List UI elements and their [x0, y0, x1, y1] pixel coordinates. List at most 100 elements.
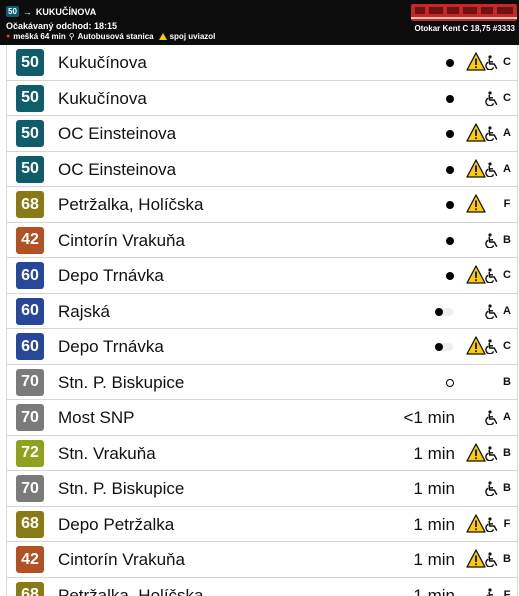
- destination-label: Stn. P. Biskupice: [58, 479, 185, 498]
- live-dot-icon: [435, 307, 443, 316]
- warning-triangle-icon: [158, 33, 167, 40]
- wheelchair-icon: [485, 445, 499, 466]
- destination-label: Rajská: [58, 301, 110, 321]
- warning-triangle-icon[interactable]: [466, 336, 486, 360]
- departure-row[interactable]: 60 Depo Trnávka C: [7, 258, 517, 294]
- stop-type: Autobusová stanica: [77, 32, 154, 41]
- destination-label: Stn. P. Biskupice: [58, 372, 185, 392]
- warning-triangle-icon[interactable]: [466, 442, 486, 467]
- eta-label: 1 min: [413, 550, 455, 569]
- wheelchair-icon: [485, 552, 499, 572]
- wheelchair-icon: [485, 232, 499, 253]
- platform-label: B: [503, 233, 511, 246]
- destination-label: Kukučínova: [58, 53, 147, 72]
- departure-row[interactable]: 50 Kukučínova C: [7, 80, 517, 116]
- vehicle-info: Otokar Kent C 18,75 #3333: [414, 24, 516, 33]
- eta-label: 1 min: [413, 585, 455, 596]
- platform-label: A: [503, 162, 511, 175]
- destination-label: Petržalka, Holíčska: [58, 585, 204, 596]
- platform-label: C: [503, 269, 511, 281]
- departure-row[interactable]: 70 Stn. P. Biskupice B: [7, 364, 517, 400]
- line-badge: 68: [16, 191, 44, 218]
- platform-label: B: [503, 375, 511, 388]
- live-dot-icon: [446, 201, 454, 209]
- line-badge: 70: [16, 475, 44, 502]
- platform-label: F: [503, 198, 511, 210]
- line-badge: 70: [16, 404, 44, 431]
- departure-row[interactable]: 50 Kukučínova C: [7, 45, 517, 81]
- departure-row[interactable]: 68 Petržalka, Holíčska 1 min F: [7, 577, 517, 596]
- trip-destination: KUKUČÍNOVA: [35, 6, 97, 17]
- wheelchair-icon: [485, 410, 499, 430]
- line-badge: 50: [16, 49, 44, 76]
- trip-header[interactable]: 50 → KUKUČÍNOVA Očakávaný odchod: 18:15 …: [0, 0, 519, 45]
- wheelchair-icon: [485, 587, 499, 596]
- wheelchair-icon: [485, 268, 499, 288]
- departure-list[interactable]: 50 Kukučínova C 50 Kukučínova C 50 OC Einsteino…: [6, 45, 518, 596]
- eta-label: 1 min: [413, 479, 455, 498]
- wheelchair-icon: [485, 161, 499, 182]
- departure-row[interactable]: 60 Depo Trnávka C: [7, 329, 517, 365]
- warning-triangle-icon[interactable]: [466, 158, 486, 183]
- wheelchair-icon: [485, 516, 499, 537]
- departure-row[interactable]: 42 Cintorín Vrakuňa B: [7, 222, 517, 258]
- bus-image: [411, 4, 517, 21]
- wheelchair-icon: [485, 339, 499, 359]
- wheelchair-icon: [485, 55, 499, 75]
- delay-text: mešká 64 min: [13, 32, 66, 41]
- departure-row[interactable]: 50 OC Einsteinova A: [7, 151, 517, 187]
- line-badge: 60: [16, 262, 44, 289]
- destination-label: OC Einsteinova: [58, 124, 177, 143]
- line-badge: 50: [16, 120, 44, 147]
- platform-label: B: [503, 482, 511, 494]
- expected-departure: Očakávaný odchod: 18:15: [6, 21, 118, 31]
- line-badge: 68: [16, 581, 44, 596]
- stop-pin-icon: ⚲: [68, 32, 75, 41]
- destination-label: Kukučínova: [58, 88, 147, 108]
- line-badge: 68: [16, 510, 44, 538]
- arrow-icon: →: [22, 6, 32, 17]
- destination-label: Depo Trnávka: [58, 337, 164, 356]
- departure-row[interactable]: 70 Stn. P. Biskupice 1 min B: [7, 471, 517, 507]
- warning-triangle-icon[interactable]: [466, 52, 486, 76]
- line-badge: 50: [16, 155, 44, 183]
- departure-row[interactable]: 42 Cintorín Vrakuňa 1 min B: [7, 542, 517, 578]
- live-dot-icon: [446, 272, 454, 280]
- warning-triangle-icon[interactable]: [466, 123, 486, 147]
- platform-label: F: [503, 517, 511, 530]
- line-badge: 70: [16, 368, 44, 396]
- destination-label: Stn. Vrakuňa: [58, 443, 156, 463]
- warning-triangle-icon[interactable]: [466, 194, 486, 218]
- live-dot-icon: [446, 165, 454, 174]
- live-dot-icon: [446, 130, 454, 138]
- delay-dot-icon: ●: [6, 33, 11, 40]
- line-badge: 42: [16, 226, 44, 254]
- wheelchair-icon: [485, 126, 499, 146]
- destination-label: Depo Petržalka: [58, 514, 175, 534]
- platform-label: A: [503, 411, 511, 423]
- departure-row[interactable]: 68 Depo Petržalka 1 min F: [7, 506, 517, 542]
- connection-status: spoj uviazol: [169, 32, 216, 41]
- departure-row[interactable]: 70 Most SNP <1 min A: [7, 400, 517, 436]
- line-badge: 50: [16, 84, 44, 112]
- destination-label: OC Einsteinova: [58, 159, 177, 179]
- departure-row[interactable]: 50 OC Einsteinova A: [7, 116, 517, 152]
- platform-label: C: [503, 91, 511, 104]
- scheduled-dot-icon: [446, 378, 454, 387]
- departure-row[interactable]: 68 Petržalka, Holíčska F: [7, 187, 517, 223]
- warning-triangle-icon[interactable]: [466, 513, 486, 538]
- live-dot-icon: [435, 343, 443, 351]
- trip-route: 50 → KUKUČÍNOVA: [6, 6, 96, 17]
- destination-label: Depo Trnávka: [58, 266, 164, 285]
- departure-row[interactable]: 72 Stn. Vrakuňa 1 min B: [7, 435, 517, 471]
- destination-label: Most SNP: [58, 408, 135, 427]
- warning-triangle-icon[interactable]: [466, 549, 486, 573]
- eta-label: 1 min: [413, 514, 455, 534]
- wheelchair-icon: [485, 303, 499, 324]
- platform-label: C: [503, 56, 511, 68]
- platform-label: B: [503, 446, 511, 459]
- live-dot-icon: [446, 236, 454, 245]
- platform-label: F: [503, 588, 511, 596]
- warning-triangle-icon[interactable]: [466, 265, 486, 289]
- departure-row[interactable]: 60 Rajská A: [7, 293, 517, 329]
